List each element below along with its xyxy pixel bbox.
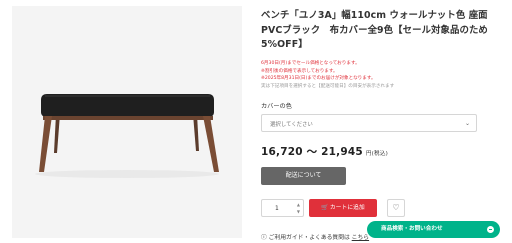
contact-button[interactable]: 商品検索・お問い合わせ: [367, 221, 500, 238]
chevron-up-icon[interactable]: ▲: [297, 202, 300, 207]
product-image: [12, 6, 242, 238]
quantity-stepper[interactable]: 1 ▲ ▼: [261, 199, 304, 217]
bench-illustration: [35, 94, 219, 178]
sale-notice: 6月30日(月)までセール価格となっております。 ※割引後の価格で表示しておりま…: [261, 60, 491, 90]
guide-label: ご利用ガイド・よくある質問は: [268, 235, 350, 241]
cover-color-select-value: 選択してください: [270, 122, 313, 128]
guide-link[interactable]: こちら: [352, 235, 369, 241]
chevron-down-icon: ⌄: [464, 120, 470, 127]
shipping-info-button[interactable]: 配送について: [261, 167, 346, 185]
add-to-cart-button[interactable]: 🛒カートに追加: [309, 199, 377, 217]
cover-color-label: カバーの色: [261, 103, 292, 110]
question-circle-icon: ⓘ: [261, 235, 267, 241]
price: 16,720 〜 21,945 円(税込): [261, 144, 388, 159]
cart-icon: 🛒: [321, 204, 329, 211]
chevron-down-icon[interactable]: ▼: [297, 209, 300, 214]
favorite-button[interactable]: ♡: [387, 199, 405, 217]
sale-notice-line: ※割引後の価格で表示しております。: [261, 68, 338, 74]
add-to-cart-label: カートに追加: [329, 205, 365, 211]
cover-color-select[interactable]: 選択してください ⌄: [261, 114, 477, 132]
guide-text: ⓘ ご利用ガイド・よくある質問は こちら: [261, 232, 369, 241]
quantity-value: 1: [275, 205, 279, 212]
price-tax-note: 円(税込): [365, 151, 389, 157]
price-range: 16,720 〜 21,945: [261, 146, 363, 158]
product-title: ベンチ「ユノ3A」幅110cm ウォールナット色 座面PVCブラック 布カバー全…: [261, 10, 488, 50]
heart-icon: ♡: [392, 203, 400, 212]
sale-notice-line: 6月30日(月)までセール価格となっております。: [261, 61, 360, 66]
contact-button-label: 商品検索・お問い合わせ: [381, 226, 443, 232]
sale-notice-line: ※2025年8月31日(日)までのお届けが対象となります。: [261, 76, 376, 82]
delivery-hint: 実は下記項目を選択すると【配送可能日】の目安が表示されます: [261, 83, 395, 89]
chat-bubble-icon: [487, 226, 494, 233]
